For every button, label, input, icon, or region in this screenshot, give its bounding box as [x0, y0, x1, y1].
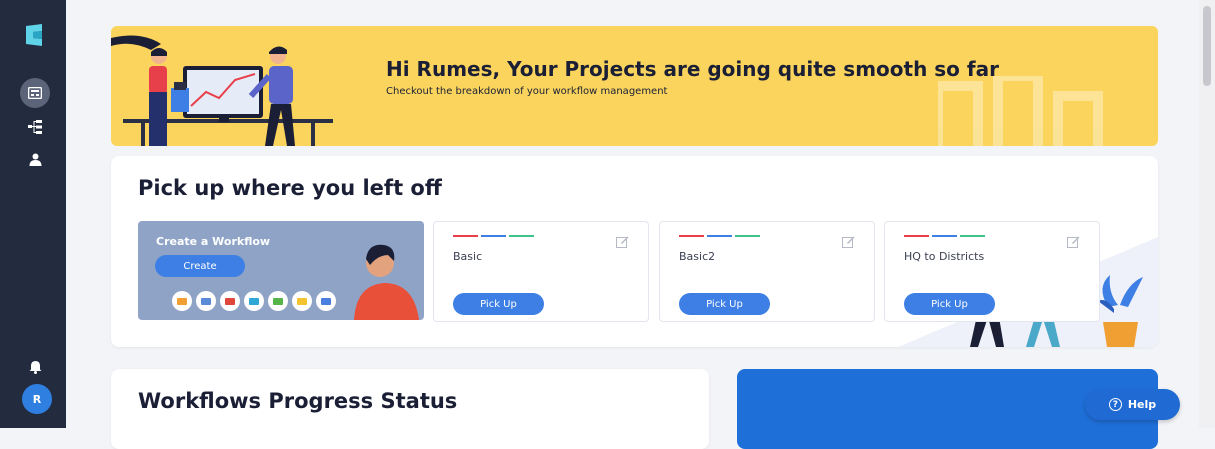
app-icons-row: [172, 291, 336, 311]
workflow-card[interactable]: Basic Pick Up: [433, 221, 649, 322]
app-icon: [316, 291, 336, 311]
status-bar: [679, 235, 704, 237]
app-icon: [172, 291, 192, 311]
status-bar: [735, 235, 760, 237]
banner-subtitle: Checkout the breakdown of your workflow …: [386, 86, 668, 97]
create-workflow-label: Create a Workflow: [156, 235, 271, 248]
status-bar: [509, 235, 534, 237]
users-nav-button[interactable]: [20, 144, 50, 174]
person-illustration: [354, 244, 419, 320]
help-icon: ?: [1108, 398, 1122, 411]
app-icon-mark: [273, 297, 283, 305]
app-icon-mark: [225, 297, 235, 305]
pick-up-button[interactable]: Pick Up: [453, 293, 544, 315]
status-bars: [904, 235, 985, 237]
pick-up-button[interactable]: Pick Up: [679, 293, 770, 315]
dashboard-icon: [28, 87, 42, 99]
app-icon: [220, 291, 240, 311]
sidebar: R: [0, 0, 66, 428]
status-bar: [481, 235, 506, 237]
edit-icon[interactable]: [616, 235, 629, 248]
bell-icon: [29, 361, 41, 374]
help-label: Help: [1127, 398, 1157, 411]
logo-icon[interactable]: [21, 22, 47, 48]
status-bars: [453, 235, 534, 237]
progress-title: Workflows Progress Status: [138, 389, 458, 413]
edit-icon[interactable]: [1067, 235, 1080, 248]
workflow-nav-button[interactable]: [20, 112, 50, 142]
app-icon: [268, 291, 288, 311]
banner-title: Hi Rumes, Your Projects are going quite …: [386, 57, 999, 81]
app-icon-mark: [249, 297, 259, 305]
banner-decoration: [938, 76, 1103, 146]
app-icon-mark: [321, 297, 331, 305]
avatar[interactable]: R: [22, 384, 52, 414]
workflow-card[interactable]: Basic2 Pick Up: [659, 221, 875, 322]
app-icon-mark: [177, 297, 187, 305]
pickup-title: Pick up where you left off: [138, 176, 442, 200]
help-button[interactable]: ? Help: [1085, 389, 1180, 420]
status-bars: [679, 235, 760, 237]
workflow-name: HQ to Districts: [904, 250, 985, 263]
workflow-name: Basic: [453, 250, 483, 263]
create-button[interactable]: Create: [155, 255, 245, 277]
create-workflow-card: Create a Workflow Create: [138, 221, 424, 320]
edit-icon[interactable]: [842, 235, 855, 248]
welcome-banner: Hi Rumes, Your Projects are going quite …: [111, 26, 1158, 146]
workflow-tree-icon: [28, 120, 42, 134]
app-icon-mark: [297, 297, 307, 305]
user-icon: [29, 153, 41, 166]
pick-up-button[interactable]: Pick Up: [904, 293, 995, 315]
app-icon: [196, 291, 216, 311]
notifications-button[interactable]: [20, 352, 50, 382]
workflow-name: Basic2: [679, 250, 716, 263]
scroll-thumb[interactable]: [1203, 6, 1211, 86]
progress-section: Workflows Progress Status: [111, 369, 709, 449]
team-illustration: [111, 35, 333, 146]
status-bar: [904, 235, 929, 237]
app-icon: [292, 291, 312, 311]
status-bar: [453, 235, 478, 237]
status-bar: [707, 235, 732, 237]
status-bar: [932, 235, 957, 237]
status-bar: [960, 235, 985, 237]
pickup-section: Pick up where you left off Create a Work…: [111, 156, 1158, 347]
workflow-card[interactable]: HQ to Districts Pick Up: [884, 221, 1100, 322]
scrollbar[interactable]: [1199, 0, 1215, 428]
dashboard-nav-button[interactable]: [20, 78, 50, 108]
app-icon: [244, 291, 264, 311]
app-icon-mark: [201, 297, 211, 305]
